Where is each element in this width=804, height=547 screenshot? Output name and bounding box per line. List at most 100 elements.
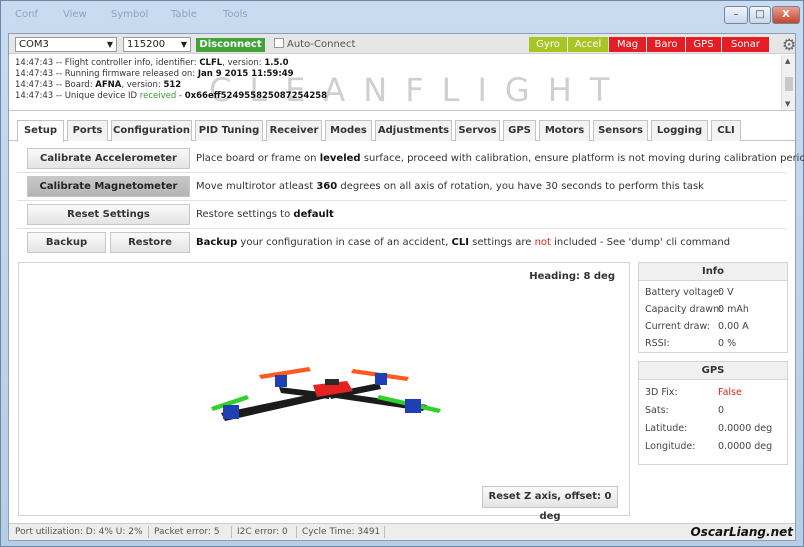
gear-icon[interactable]: ⚙ <box>782 35 796 54</box>
app-client-area: COM3 ▼ 115200 ▼ Disconnect Auto-Connect … <box>8 33 804 541</box>
tab-gps[interactable]: GPS <box>503 120 536 141</box>
gps-panel: GPS 3D Fix: False Sats: 0 Latitude: 0.00… <box>638 361 788 465</box>
tab-sensors[interactable]: Sensors <box>593 120 648 141</box>
rssi-label: RSSI: <box>645 338 670 349</box>
calibrate-magnetometer-button[interactable]: Calibrate Magnetometer <box>27 176 190 197</box>
sensor-gps: GPS <box>686 37 721 52</box>
tab-adjustments[interactable]: Adjustments <box>375 120 452 141</box>
log-line: 14:47:43 -- Board: AFNA, version: 512 <box>15 80 182 90</box>
tab-configuration[interactable]: Configuration <box>111 120 192 141</box>
title-bar: Conf View Symbol Table Tools – □ X <box>1 1 803 31</box>
log-line: 14:47:43 -- Unique device ID received - … <box>15 91 328 101</box>
gps-latitude-label: Latitude: <box>645 423 688 434</box>
reset-settings-description: Restore settings to default <box>196 209 334 220</box>
divider <box>231 526 232 538</box>
port-select[interactable]: COM3 ▼ <box>15 37 117 52</box>
rssi-value: 0 % <box>718 338 737 349</box>
packet-error: Packet error: 5 <box>154 527 220 537</box>
port-value: COM3 <box>19 39 49 50</box>
motor-rear-left <box>223 405 239 419</box>
chevron-down-icon: ▼ <box>180 40 187 49</box>
backup-description: Backup your configuration in case of an … <box>196 237 731 248</box>
reset-settings-button[interactable]: Reset Settings <box>27 204 190 225</box>
motor-front-right <box>375 373 387 385</box>
divider <box>17 228 787 229</box>
battery-voltage-label: Battery voltage: <box>645 287 722 298</box>
connection-bar: COM3 ▼ 115200 ▼ Disconnect Auto-Connect … <box>9 34 796 54</box>
calibrate-accelerometer-button[interactable]: Calibrate Accelerometer <box>27 148 190 169</box>
tab-cli[interactable]: CLI <box>711 120 741 141</box>
capacity-drawn-label: Capacity drawn: <box>645 304 723 315</box>
auto-connect-toggle[interactable]: Auto-Connect <box>274 38 355 52</box>
i2c-error: I2C error: 0 <box>237 527 288 537</box>
gps-latitude-value: 0.0000 deg <box>718 423 773 434</box>
tab-motors[interactable]: Motors <box>539 120 590 141</box>
sensor-gyro: Gyro <box>529 37 567 52</box>
tab-logging[interactable]: Logging <box>651 120 708 141</box>
gps-fix-value: False <box>718 387 742 398</box>
gps-sats-label: Sats: <box>645 405 669 416</box>
divider <box>17 172 787 173</box>
motor-rear-right <box>405 399 421 413</box>
tab-modes[interactable]: Modes <box>325 120 372 141</box>
flight-controller <box>325 379 339 385</box>
log-scrollbar[interactable]: ▲ ▼ <box>781 55 795 110</box>
info-panel-title: Info <box>639 263 787 281</box>
gps-sats-value: 0 <box>718 405 725 416</box>
log-panel: CLEANFLIGHT 14:47:43 -- Flight controlle… <box>9 55 795 111</box>
divider <box>296 526 297 538</box>
info-panel: Info Battery voltage: 0 V Capacity drawn… <box>638 262 788 353</box>
status-bar: Port utilization: D: 4% U: 2% Packet err… <box>9 523 795 540</box>
gps-longitude-value: 0.0000 deg <box>718 441 773 452</box>
calibrate-accelerometer-description: Place board or frame on leveled surface,… <box>196 153 804 164</box>
battery-voltage-value: 0 V <box>718 287 734 298</box>
baud-value: 115200 <box>127 39 166 50</box>
scroll-down-icon[interactable]: ▼ <box>785 100 790 108</box>
application-window: Conf View Symbol Table Tools – □ X COM3 … <box>0 0 804 547</box>
maximize-button[interactable]: □ <box>749 6 771 24</box>
reset-z-axis-button[interactable]: Reset Z axis, offset: 0 deg <box>482 486 618 522</box>
tab-servos[interactable]: Servos <box>455 120 500 141</box>
capacity-drawn-value: 0 mAh <box>718 304 749 315</box>
current-draw-label: Current draw: <box>645 321 710 332</box>
port-utilization: Port utilization: D: 4% U: 2% <box>15 527 143 537</box>
sensor-accel: Accel <box>568 37 608 52</box>
tab-receiver[interactable]: Receiver <box>266 120 322 141</box>
gps-panel-title: GPS <box>639 362 787 380</box>
credit-watermark: OscarLiang.net <box>690 525 793 539</box>
minimize-button[interactable]: – <box>724 6 748 24</box>
menu-conf[interactable]: Conf <box>15 9 38 20</box>
log-line: 14:47:43 -- Running firmware released on… <box>15 69 294 79</box>
checkbox-icon[interactable] <box>274 38 284 48</box>
close-button[interactable]: X <box>772 6 800 24</box>
divider <box>384 526 385 538</box>
motor-front-left <box>275 375 287 387</box>
divider <box>148 526 149 538</box>
menu-view[interactable]: View <box>63 9 87 20</box>
menu-symbol[interactable]: Symbol <box>111 9 148 20</box>
auto-connect-label: Auto-Connect <box>287 39 356 50</box>
gps-longitude-label: Longitude: <box>645 441 696 452</box>
sensor-baro: Baro <box>647 37 685 52</box>
tab-pid-tuning[interactable]: PID Tuning <box>195 120 263 141</box>
menu-tools[interactable]: Tools <box>223 9 248 20</box>
current-draw-value: 0.00 A <box>718 321 749 332</box>
model-viewport[interactable]: Heading: 8 deg Reset Z axis, offset: 0 d… <box>18 262 630 522</box>
gps-fix-label: 3D Fix: <box>645 387 678 398</box>
menu-table[interactable]: Table <box>171 9 197 20</box>
tab-ports[interactable]: Ports <box>67 120 108 141</box>
cycle-time: Cycle Time: 3491 <box>302 527 381 537</box>
quadcopter-model <box>211 367 441 421</box>
tab-bar: Setup Ports Configuration PID Tuning Rec… <box>9 117 795 142</box>
tab-setup[interactable]: Setup <box>17 120 64 142</box>
chevron-down-icon: ▼ <box>106 40 113 49</box>
baud-select[interactable]: 115200 ▼ <box>123 37 191 52</box>
scroll-thumb[interactable] <box>785 77 793 91</box>
divider <box>17 200 787 201</box>
restore-button[interactable]: Restore <box>110 232 190 253</box>
disconnect-button[interactable]: Disconnect <box>196 38 265 52</box>
scroll-up-icon[interactable]: ▲ <box>785 57 790 65</box>
backup-button[interactable]: Backup <box>27 232 106 253</box>
heading-readout: Heading: 8 deg <box>529 271 615 282</box>
log-line: 14:47:43 -- Flight controller info, iden… <box>15 58 289 68</box>
